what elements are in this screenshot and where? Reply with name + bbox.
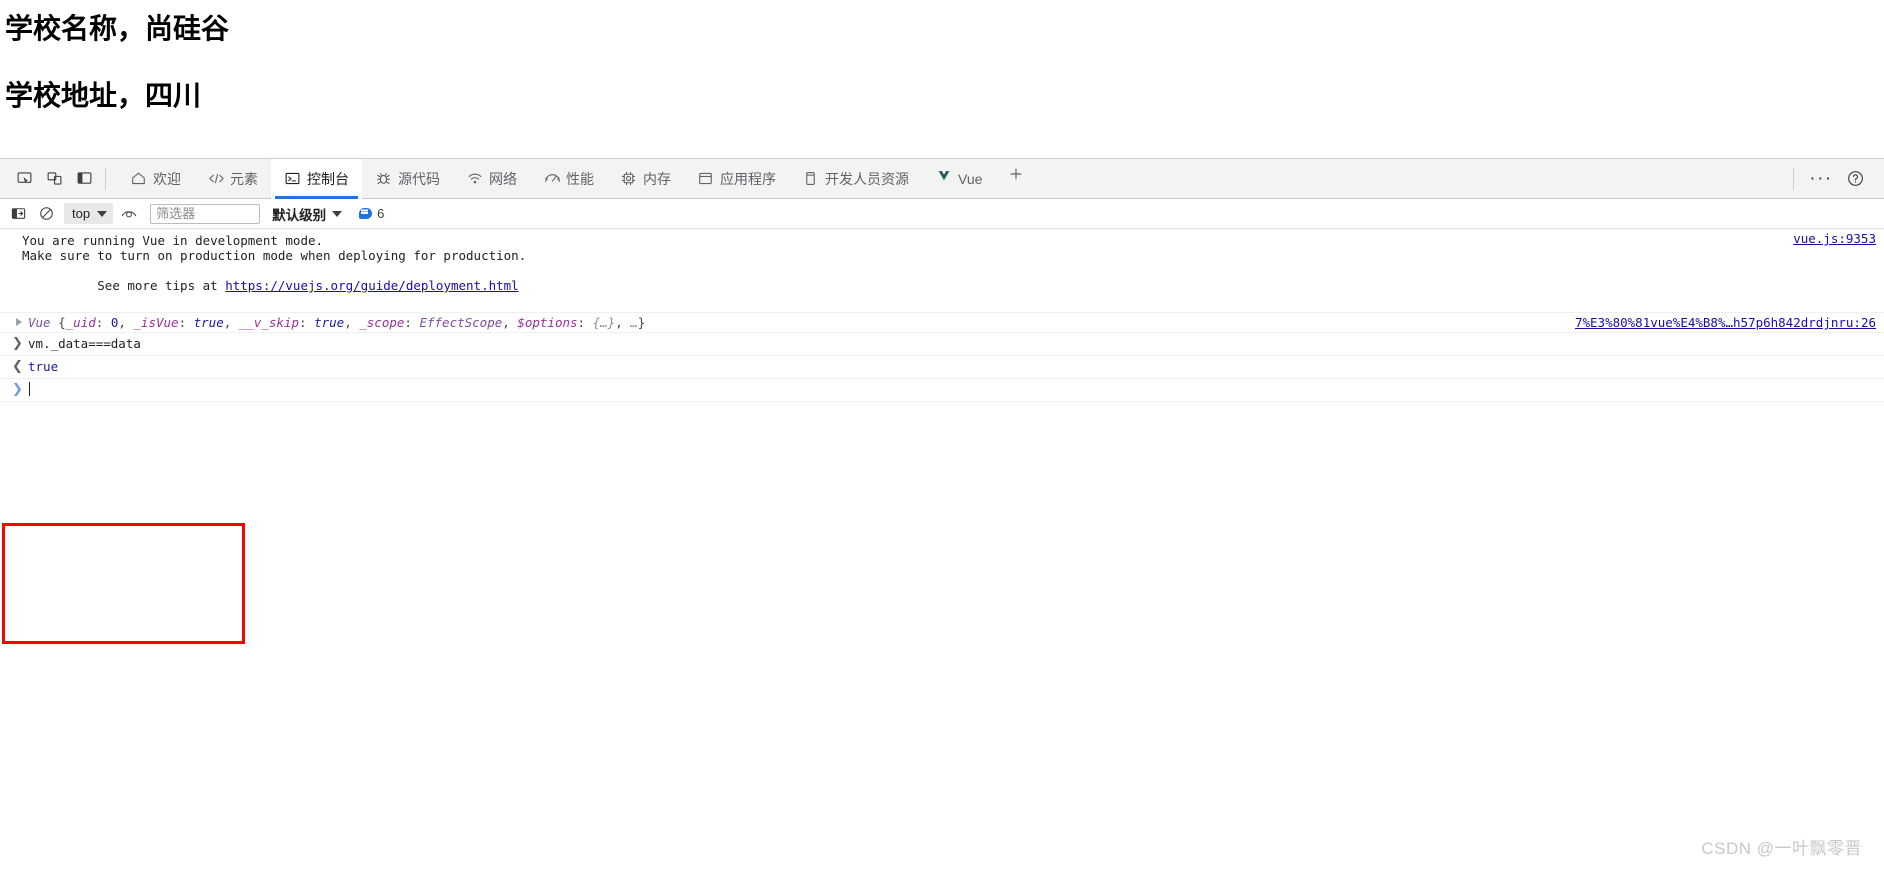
bug-icon <box>375 170 392 187</box>
devtools-tabs: 欢迎 元素 控制台 源代码 网络 性能 内存 应用程序 开发人员资源 Vue <box>117 158 1031 199</box>
home-icon <box>130 170 147 187</box>
object-key: _uid <box>65 315 96 330</box>
vue-logo-icon <box>935 170 952 187</box>
execution-context-value: top <box>72 206 91 221</box>
tab-console[interactable]: 控制台 <box>271 158 362 199</box>
more-options-label: ··· <box>1809 167 1833 189</box>
prompt-chevron-icon: ❯ <box>12 382 23 397</box>
speech-bubble-icon <box>359 208 373 219</box>
object-ellipsis: … <box>630 315 638 330</box>
eye-icon[interactable] <box>116 202 141 226</box>
clear-console-icon[interactable] <box>34 202 59 226</box>
more-options-icon[interactable]: ··· <box>1806 164 1836 194</box>
wifi-icon <box>466 170 483 187</box>
tab-label: 应用程序 <box>720 170 776 187</box>
console-prompt-row[interactable]: ❯ <box>0 379 1884 402</box>
expand-triangle-icon[interactable] <box>16 318 22 326</box>
tab-label: 开发人员资源 <box>825 170 909 187</box>
console-message-line: See more tips at https://vuejs.org/guide… <box>22 263 1874 308</box>
object-key: $options <box>517 315 578 330</box>
prompt-chevron-icon: ❯ <box>12 336 23 351</box>
device-toolbar-icon[interactable] <box>40 165 68 193</box>
chevron-down-icon <box>97 210 108 217</box>
devtools-tabstrip-right: ··· <box>1791 164 1878 194</box>
info-message-badge[interactable]: 6 <box>359 206 384 221</box>
console-result-value: true <box>28 359 59 374</box>
console-input-history[interactable]: ❯ vm._data===data <box>0 333 1884 356</box>
tab-performance[interactable]: 性能 <box>530 159 607 199</box>
console-icon <box>284 170 301 187</box>
tab-label: 控制台 <box>307 170 349 187</box>
tab-vue[interactable]: Vue <box>922 159 995 199</box>
log-level-label: 默认级别 <box>272 207 327 223</box>
devtools-tabstrip: 欢迎 元素 控制台 源代码 网络 性能 内存 应用程序 开发人员资源 Vue ·… <box>0 158 1884 199</box>
device-resources-icon <box>802 170 819 187</box>
browser-page: 学校名称，尚硅谷 学校地址，四川 欢迎 元素 控制台 源代码 网络 性能 内存 … <box>0 0 1884 871</box>
console-input-expression: vm._data===data <box>28 336 141 351</box>
tab-network[interactable]: 网络 <box>453 159 530 199</box>
console-result-row: ❮ true <box>0 356 1884 379</box>
toolbar-divider <box>105 167 106 190</box>
chevron-down-icon <box>332 210 343 217</box>
object-value: true <box>314 315 345 330</box>
tab-label: 源代码 <box>398 170 440 187</box>
console-source-link[interactable]: 7%E3%80%81vue%E4%B8%…h57p6h842drdjnru:26 <box>1575 315 1876 330</box>
console-sidebar-icon[interactable] <box>6 202 31 226</box>
tab-elements[interactable]: 元素 <box>194 159 271 199</box>
object-key: __v_skip <box>238 315 300 330</box>
red-annotation-box <box>2 523 245 644</box>
tab-welcome[interactable]: 欢迎 <box>117 159 194 199</box>
code-icon <box>207 170 224 187</box>
console-filter-input[interactable] <box>150 203 261 224</box>
help-icon[interactable] <box>1840 164 1870 194</box>
info-message-count: 6 <box>377 206 385 221</box>
tab-developer-resources[interactable]: 开发人员资源 <box>789 159 922 199</box>
page-heading-school-name: 学校名称，尚硅谷 <box>5 13 230 44</box>
log-level-selector[interactable]: 默认级别 <box>272 204 343 224</box>
tab-memory[interactable]: 内存 <box>607 159 684 199</box>
csdn-watermark: CSDN @一叶飘零晋 <box>1701 839 1862 858</box>
web-page-content: 学校名称，尚硅谷 学校地址，四川 <box>0 0 1884 160</box>
object-value: {…} <box>592 315 616 330</box>
add-tab-button[interactable] <box>1001 159 1031 189</box>
tab-application[interactable]: 应用程序 <box>684 159 789 199</box>
console-message-vue-object[interactable]: Vue {_uid: 0, _isVue: true, __v_skip: tr… <box>0 313 1884 333</box>
console-message-text: See more tips at <box>97 278 226 293</box>
tab-label: Vue <box>958 170 983 187</box>
tab-label: 欢迎 <box>153 170 181 187</box>
console-object-preview: Vue {_uid: 0, _isVue: true, __v_skip: tr… <box>28 315 646 330</box>
application-window-icon <box>697 170 714 187</box>
tab-label: 内存 <box>643 170 671 187</box>
console-message-line: You are running Vue in development mode. <box>22 233 324 248</box>
object-constructor: Vue <box>28 315 51 330</box>
execution-context-selector[interactable]: top <box>64 203 114 224</box>
object-key: _scope <box>359 315 405 330</box>
page-heading-school-address: 学校地址，四川 <box>5 79 202 111</box>
tab-label: 元素 <box>230 170 258 187</box>
gauge-icon <box>543 170 560 187</box>
console-log-area[interactable]: You are running Vue in development mode.… <box>0 229 1884 870</box>
console-source-link[interactable]: vue.js:9353 <box>1793 231 1876 246</box>
deployment-guide-link[interactable]: https://vuejs.org/guide/deployment.html <box>225 278 519 293</box>
text-cursor <box>29 382 30 396</box>
tab-label: 网络 <box>489 170 517 187</box>
memory-chip-icon <box>620 170 637 187</box>
devtools-panel: 欢迎 元素 控制台 源代码 网络 性能 内存 应用程序 开发人员资源 Vue ·… <box>0 158 1884 871</box>
console-filter-toolbar: top 默认级别 6 <box>0 199 1884 229</box>
tab-label: 性能 <box>566 170 594 187</box>
dock-side-icon[interactable] <box>70 165 98 193</box>
tab-sources[interactable]: 源代码 <box>362 159 453 199</box>
inspect-element-icon[interactable] <box>10 165 38 193</box>
return-chevron-icon: ❮ <box>12 359 23 374</box>
object-value: true <box>193 315 224 330</box>
toolbar-divider-right <box>1793 167 1794 190</box>
console-message-vue-devmode: You are running Vue in development mode.… <box>0 229 1884 313</box>
devtools-left-tools <box>6 165 117 193</box>
object-value: EffectScope <box>419 315 503 330</box>
object-key: _isVue <box>133 315 179 330</box>
console-message-line: Make sure to turn on production mode whe… <box>22 248 527 263</box>
